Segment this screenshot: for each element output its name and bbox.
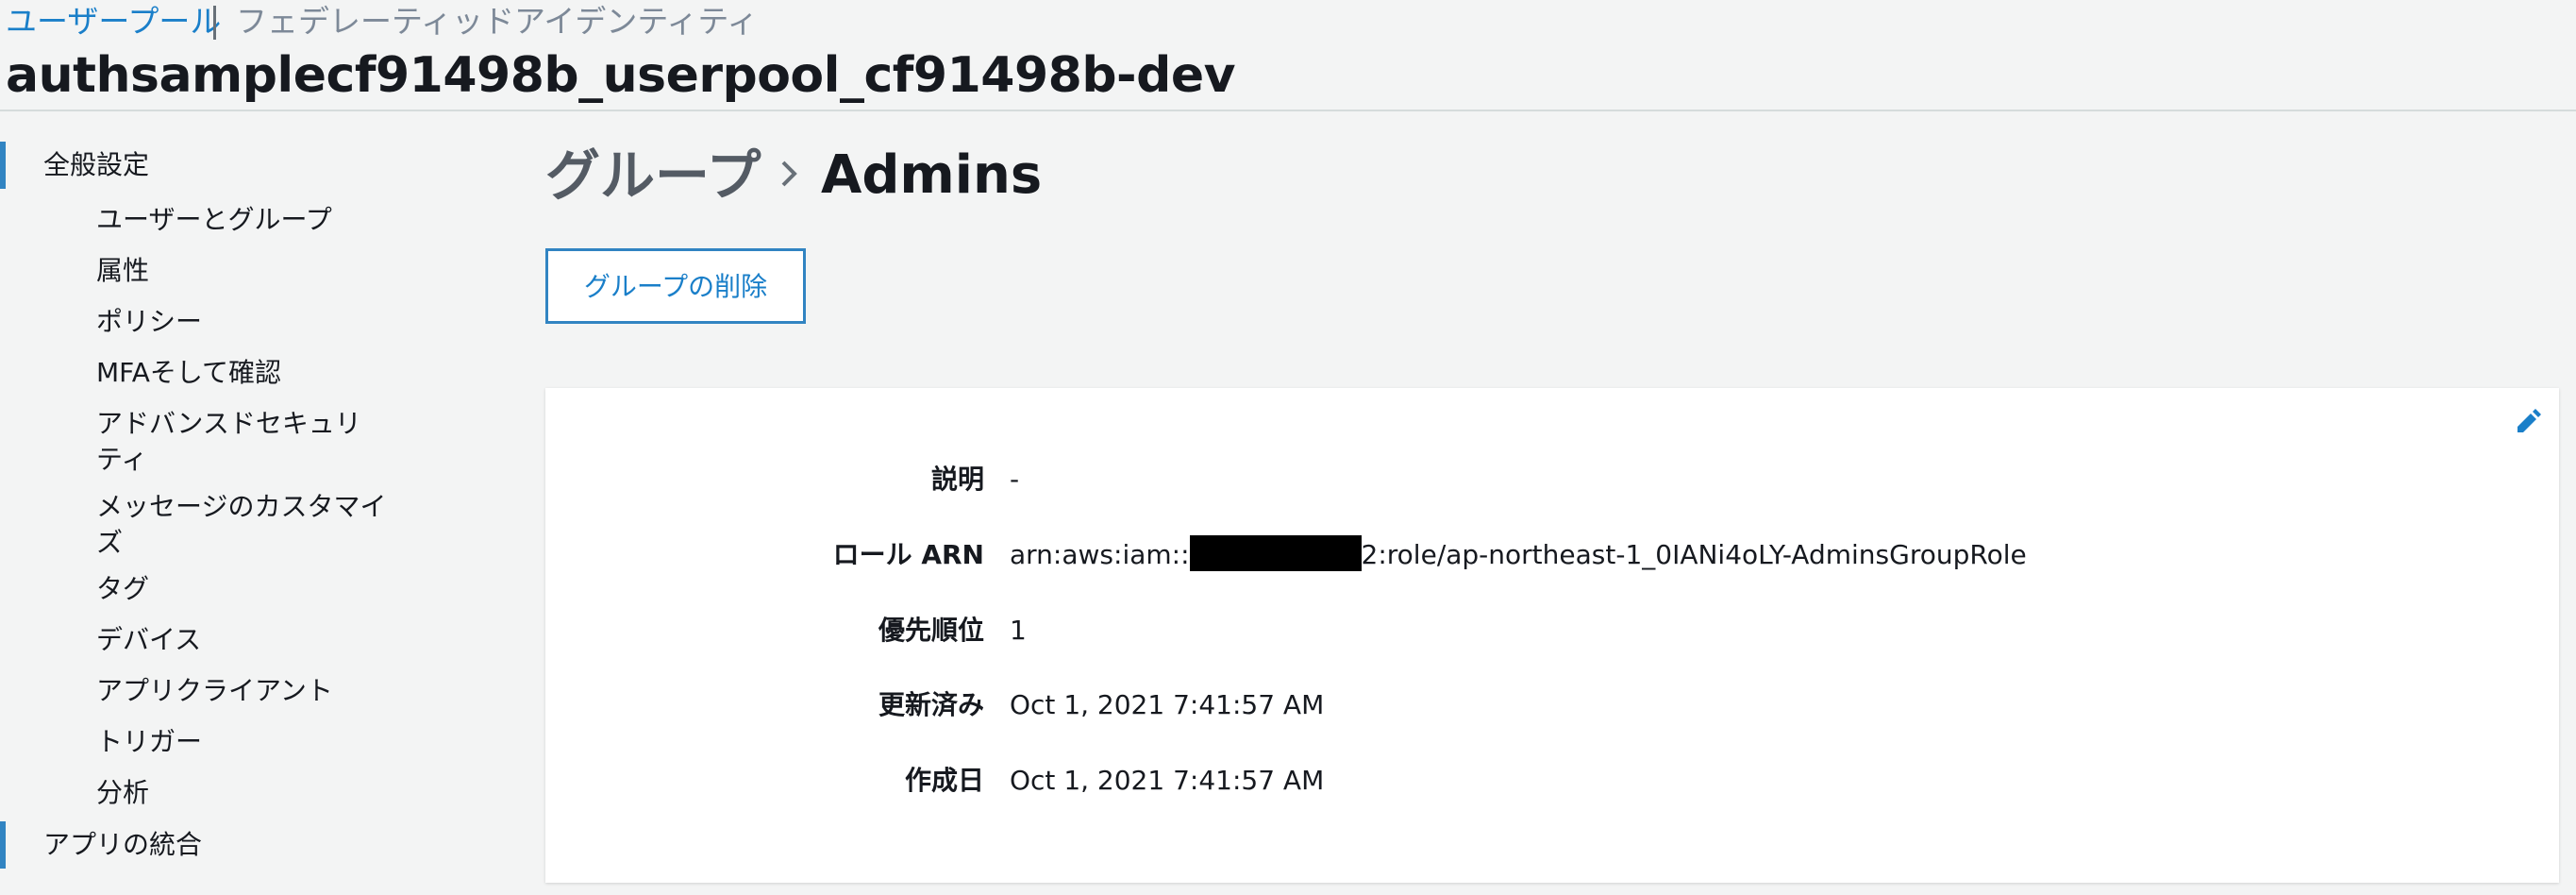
sidebar-section-app-integration[interactable]: アプリの統合 — [0, 821, 443, 869]
description-value: - — [1010, 464, 1020, 495]
chevron-right-icon — [781, 160, 797, 187]
user-pool-title: authsamplecf91498b_userpool_cf91498b-dev — [6, 47, 1236, 104]
sidebar-item-users-and-groups[interactable]: ユーザーとグループ — [96, 202, 417, 238]
precedence-label: 優先順位 — [878, 615, 984, 646]
sidebar-item-analytics[interactable]: 分析 — [96, 775, 417, 811]
section-indicator — [0, 821, 6, 869]
sidebar-section-label: アプリの統合 — [43, 829, 203, 860]
created-value: Oct 1, 2021 7:41:57 AM — [1010, 765, 1325, 796]
section-indicator — [0, 142, 6, 189]
sidebar-item-devices[interactable]: デバイス — [96, 622, 417, 658]
breadcrumb-groups-link[interactable]: グループ — [545, 140, 761, 211]
sidebar-item-tags[interactable]: タグ — [96, 571, 417, 607]
sidebar-section-general-settings[interactable]: 全般設定 — [0, 142, 443, 189]
last-updated-label: 更新済み — [878, 689, 984, 720]
top-nav: ユーザープール フェデレーティッドアイデンティティ — [0, 0, 2576, 43]
tab-federated-identities[interactable]: フェデレーティッドアイデンティティ — [236, 2, 758, 42]
sidebar-item-policies[interactable]: ポリシー — [96, 304, 417, 340]
sidebar-section-label: 全般設定 — [43, 149, 150, 180]
tab-divider — [213, 6, 216, 40]
detail-row-precedence: 優先順位 1 — [545, 607, 2559, 654]
pencil-icon[interactable] — [2514, 408, 2542, 436]
sidebar-item-attributes[interactable]: 属性 — [96, 253, 417, 289]
role-arn-value: arn:aws:iam:: 2:role/ap-northeast-1_0IANi… — [1010, 532, 2027, 579]
last-updated-value: Oct 1, 2021 7:41:57 AM — [1010, 689, 1325, 720]
sidebar-item-mfa-and-verifications[interactable]: MFAそして確認 — [96, 355, 417, 391]
sidebar-item-app-clients[interactable]: アプリクライアント — [96, 673, 417, 709]
description-label: 説明 — [930, 464, 984, 495]
detail-row-role-arn: ロール ARN arn:aws:iam:: 2:role/ap-northeast… — [545, 532, 2559, 579]
role-arn-label: ロール ARN — [832, 539, 984, 570]
sidebar-item-advanced-security[interactable]: アドバンスドセキュリティ — [96, 406, 379, 478]
redacted-account-id — [1189, 535, 1362, 571]
sidebar-item-triggers[interactable]: トリガー — [96, 724, 417, 760]
detail-row-created: 作成日 Oct 1, 2021 7:41:57 AM — [545, 757, 2559, 804]
sidebar-item-message-customizations[interactable]: メッセージのカスタマイズ — [96, 489, 398, 561]
tab-user-pools[interactable]: ユーザープール — [6, 2, 221, 42]
page-title: Admins — [821, 144, 1043, 206]
delete-group-button[interactable]: グループの削除 — [545, 248, 806, 324]
role-arn-suffix: 2:role/ap-northeast-1_0IANi4oLY-AdminsGr… — [1361, 539, 2027, 570]
sidebar: 全般設定 ユーザーとグループ 属性 ポリシー MFAそして確認 アドバンスドセキ… — [0, 111, 443, 895]
role-arn-prefix: arn:aws:iam:: — [1010, 539, 1190, 570]
detail-row-last-updated: 更新済み Oct 1, 2021 7:41:57 AM — [545, 682, 2559, 729]
detail-row-description: 説明 - — [545, 456, 2559, 503]
created-label: 作成日 — [904, 765, 984, 796]
precedence-value: 1 — [1010, 615, 1027, 646]
